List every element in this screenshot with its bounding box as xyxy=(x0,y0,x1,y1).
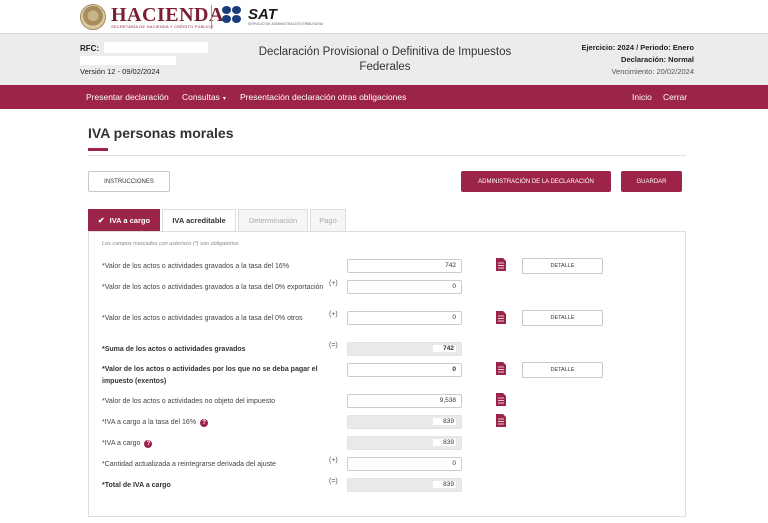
tab-determinacion: Determinación xyxy=(238,209,308,231)
tab-label: Pago xyxy=(319,216,337,225)
hacienda-logo-subtitle: SECRETARÍA DE HACIENDA Y CRÉDITO PÚBLICO xyxy=(111,24,214,29)
document-icon[interactable] xyxy=(496,393,506,406)
sat-logo-subtitle: SERVICIO DE ADMINISTRACIÓN TRIBUTARIA xyxy=(248,22,324,26)
page-title: IVA personas morales xyxy=(88,125,234,141)
input-actos-16[interactable]: 742 xyxy=(347,259,462,273)
help-icon[interactable]: ? xyxy=(200,419,209,427)
input-total-readonly: 839 xyxy=(347,478,462,492)
field-label-16: *Valor de los actos o actividades gravad… xyxy=(102,263,290,270)
hacienda-seal-icon xyxy=(80,4,106,30)
nav-presentar-declaracion[interactable]: Presentar declaración xyxy=(86,92,169,102)
input-actos-0-otros[interactable]: 0 xyxy=(347,311,462,325)
field-label-suma: *Suma de los actos o actividades gravado… xyxy=(102,346,246,353)
check-icon: ✔ xyxy=(97,216,105,225)
input-suma-readonly: 742 xyxy=(347,342,462,356)
operator-equals: (=) xyxy=(329,342,338,349)
tab-label: Determinación xyxy=(248,216,298,225)
suma-value: 742 xyxy=(433,345,456,352)
tab-pago: Pago xyxy=(310,209,346,231)
logo-divider xyxy=(211,5,212,29)
field-label-iva-a-cargo-text: *IVA a cargo xyxy=(102,440,141,447)
tab-label: IVA acreditable xyxy=(172,216,226,225)
field-label-0-otros: *Valor de los actos o actividades gravad… xyxy=(102,315,303,322)
version-label: Versión 12 - 09/02/2024 xyxy=(80,67,160,76)
title-underline xyxy=(88,148,108,151)
iva-16-value: 839 xyxy=(433,418,456,425)
total-value: 839 xyxy=(433,481,456,488)
sat-logo-title: SAT xyxy=(248,6,277,23)
field-label-exentos: *Valor de los actos o actividades por lo… xyxy=(102,366,318,385)
field-label-iva-a-cargo: *IVA a cargo? xyxy=(102,438,153,450)
main-nav: Presentar declaración Consultas ▾ Present… xyxy=(0,85,768,109)
nav-otras-obligaciones[interactable]: Presentación declaración otras obligacio… xyxy=(240,92,406,102)
help-icon[interactable]: ? xyxy=(144,440,153,448)
input-exentos[interactable]: 0 xyxy=(347,363,462,377)
guardar-button[interactable]: GUARDAR xyxy=(621,171,682,192)
logo-bar: HACIENDA SECRETARÍA DE HACIENDA Y CRÉDIT… xyxy=(0,0,768,33)
declaration-header: RFC: Versión 12 - 09/02/2024 Declaración… xyxy=(0,33,768,85)
document-icon[interactable] xyxy=(496,362,506,375)
operator-plus: (+) xyxy=(329,311,338,318)
section-divider xyxy=(88,155,686,156)
nav-inicio[interactable]: Inicio xyxy=(632,92,652,102)
field-label-no-objeto: *Valor de los actos o actividades no obj… xyxy=(102,398,276,405)
document-icon[interactable] xyxy=(496,311,506,324)
instrucciones-button[interactable]: INSTRUCCIONES xyxy=(88,171,170,192)
detalle-button[interactable]: DETALLE xyxy=(522,362,603,378)
input-iva-a-cargo-readonly: 839 xyxy=(347,436,462,450)
caret-down-icon: ▾ xyxy=(222,96,226,102)
operator-plus: (+) xyxy=(329,457,338,464)
nav-cerrar[interactable]: Cerrar xyxy=(663,92,687,102)
rfc-label: RFC: xyxy=(80,44,100,53)
operator-plus: (+) xyxy=(329,280,338,287)
operator-equals: (=) xyxy=(329,478,338,485)
detalle-button[interactable]: DETALLE xyxy=(522,258,603,274)
rfc-redacted xyxy=(104,42,208,53)
tab-label: IVA a cargo xyxy=(109,216,151,225)
detalle-button[interactable]: DETALLE xyxy=(522,310,603,326)
ejercicio-periodo: Ejercicio: 2024 / Periodo: Enero xyxy=(581,43,694,52)
declaration-title: Declaración Provisional o Definitiva de … xyxy=(258,46,512,73)
field-label-total: *Total de IVA a cargo xyxy=(102,482,171,489)
input-no-objeto[interactable]: 9,538 xyxy=(347,394,462,408)
sat-logo-icon xyxy=(222,6,244,24)
vencimiento: Vencimiento: 20/02/2024 xyxy=(611,67,694,76)
declaracion-tipo: Declaración: Normal xyxy=(621,55,694,64)
field-label-cantidad-actualizada: *Cantidad actualizada a reintegrarse der… xyxy=(102,461,276,468)
document-icon[interactable] xyxy=(496,258,506,271)
tab-iva-a-cargo[interactable]: ✔ IVA a cargo xyxy=(88,209,160,231)
required-note: Los campos marcados con asterisco (*) so… xyxy=(102,241,239,247)
name-redacted xyxy=(80,56,176,65)
input-cantidad-actualizada[interactable]: 0 xyxy=(347,457,462,471)
input-iva-16-readonly: 839 xyxy=(347,415,462,429)
administracion-button[interactable]: ADMINISTRACIÓN DE LA DECLARACIÓN xyxy=(461,171,611,192)
iva-a-cargo-value: 839 xyxy=(433,439,456,446)
input-actos-0-exportacion[interactable]: 0 xyxy=(347,280,462,294)
field-label-0-exportacion: *Valor de los actos o actividades gravad… xyxy=(102,284,324,291)
field-label-iva-16-text: *IVA a cargo a la tasa del 16% xyxy=(102,419,197,426)
nav-consultas-label: Consultas xyxy=(182,92,220,102)
field-label-iva-16: *IVA a cargo a la tasa del 16%? xyxy=(102,417,209,429)
nav-consultas[interactable]: Consultas ▾ xyxy=(182,92,226,102)
tab-iva-acreditable[interactable]: IVA acreditable xyxy=(162,209,236,231)
document-icon[interactable] xyxy=(496,414,506,427)
